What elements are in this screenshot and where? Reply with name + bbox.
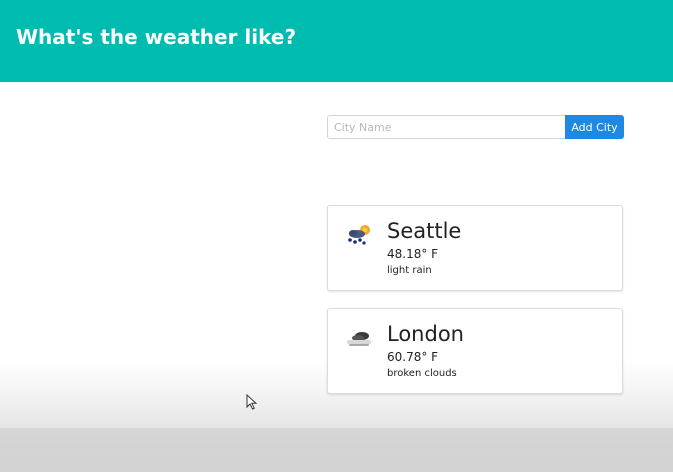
temperature: 48.18° F — [387, 247, 439, 261]
city-name: Seattle — [387, 219, 462, 243]
weather-description: light rain — [387, 265, 432, 276]
add-city-form: Add City — [327, 115, 624, 139]
app-header: What's the weather like? — [0, 0, 673, 82]
rain-sun-icon — [348, 225, 370, 245]
city-name: London — [387, 322, 464, 346]
weather-card-london: London 60.78° F broken clouds — [327, 308, 623, 394]
add-city-button[interactable]: Add City — [565, 115, 624, 139]
broken-clouds-icon — [347, 332, 371, 346]
mouse-cursor-icon — [246, 394, 258, 410]
city-name-input[interactable] — [327, 115, 565, 139]
weather-card-seattle: Seattle 48.18° F light rain — [327, 205, 623, 291]
weather-description: broken clouds — [387, 368, 457, 379]
page-title: What's the weather like? — [16, 25, 297, 49]
temperature: 60.78° F — [387, 350, 439, 364]
